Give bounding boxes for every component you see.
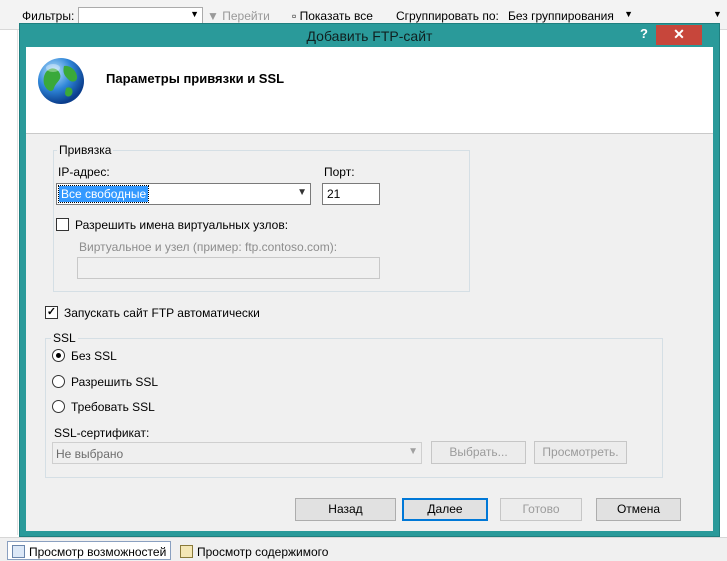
tab-content-label: Просмотр содержимого [197, 544, 329, 559]
close-icon: ✕ [673, 26, 685, 42]
toolbar-overflow-icon[interactable]: ▼ [713, 9, 722, 19]
show-all-label: Показать все [299, 9, 373, 23]
ip-address-value: Все свободные [57, 185, 150, 203]
filters-label: Фильтры: [22, 9, 75, 23]
content-view-icon [180, 545, 193, 558]
allow-virtual-hosts-checkbox[interactable] [56, 218, 69, 231]
chevron-down-icon: ▼ [190, 9, 199, 19]
show-all-button[interactable]: ▫ Показать все [292, 9, 373, 23]
radio-allow-ssl[interactable] [52, 375, 65, 388]
require-ssl-label: Требовать SSL [71, 400, 155, 414]
autostart-checkbox[interactable]: ✓ [45, 306, 58, 319]
allow-ssl-label: Разрешить SSL [71, 375, 159, 389]
ssl-certificate-value: Не выбрано [56, 447, 124, 461]
virtual-host-input[interactable] [77, 257, 380, 279]
group-by-label: Сгруппировать по: [396, 9, 499, 23]
features-view-icon [12, 545, 25, 558]
close-button[interactable]: ✕ [656, 25, 702, 45]
checkmark-icon: ✓ [46, 306, 57, 318]
go-label: Перейти [222, 9, 270, 23]
ssl-certificate-select[interactable]: Не выбрано ▼ [52, 442, 422, 464]
show-all-icon: ▫ [292, 9, 297, 23]
autostart-label: Запускать сайт FTP автоматически [64, 306, 260, 320]
no-ssl-label: Без SSL [71, 349, 117, 363]
dialog-title: Добавить FTP-сайт [306, 28, 433, 44]
binding-group-label: Привязка [57, 143, 114, 157]
ip-address-select[interactable]: Все свободные ▼ [56, 183, 311, 205]
globe-icon [38, 58, 84, 104]
dialog-header: Параметры привязки и SSL [26, 47, 713, 134]
radio-require-ssl[interactable] [52, 400, 65, 413]
radio-no-ssl[interactable] [52, 349, 65, 362]
help-button[interactable]: ? [635, 26, 653, 44]
finish-button[interactable]: Готово [500, 498, 582, 521]
next-button[interactable]: Далее [402, 498, 488, 521]
filter-icon: ▼ [207, 9, 219, 23]
view-certificate-button[interactable]: Просмотреть. [534, 441, 627, 464]
virtual-host-label: Виртуальное и узел (пример: ftp.contoso.… [79, 240, 338, 254]
group-by-value: Без группирования [508, 9, 614, 23]
tab-content-view[interactable]: Просмотр содержимого [176, 541, 332, 560]
select-certificate-button[interactable]: Выбрать... [431, 441, 526, 464]
port-label: Порт: [324, 165, 355, 179]
dialog-titlebar[interactable]: Добавить FTP-сайт ? ✕ [20, 24, 719, 47]
chevron-down-icon: ▼ [408, 446, 418, 457]
go-button[interactable]: ▼ Перейти [207, 9, 270, 23]
tab-features-label: Просмотр возможностей [29, 544, 167, 559]
background-left-panel [0, 30, 18, 535]
ssl-certificate-label: SSL-сертификат: [54, 426, 150, 440]
ssl-group-label: SSL [51, 331, 78, 345]
background-statusbar: Просмотр возможностей Просмотр содержимо… [0, 537, 727, 561]
back-button[interactable]: Назад [295, 498, 396, 521]
page-title: Параметры привязки и SSL [106, 71, 285, 86]
chevron-down-icon: ▼ [297, 187, 307, 198]
chevron-down-icon: ▼ [624, 9, 633, 19]
dialog-body: Параметры привязки и SSL Привязка IP-адр… [26, 47, 713, 531]
cancel-button[interactable]: Отмена [596, 498, 681, 521]
tab-features-view[interactable]: Просмотр возможностей [7, 541, 172, 560]
port-input[interactable]: 21 [322, 183, 380, 205]
ip-address-label: IP-адрес: [58, 165, 110, 179]
allow-virtual-hosts-label: Разрешить имена виртуальных узлов: [75, 218, 289, 232]
add-ftp-site-dialog: Добавить FTP-сайт ? ✕ Параметры привязки… [19, 23, 720, 537]
